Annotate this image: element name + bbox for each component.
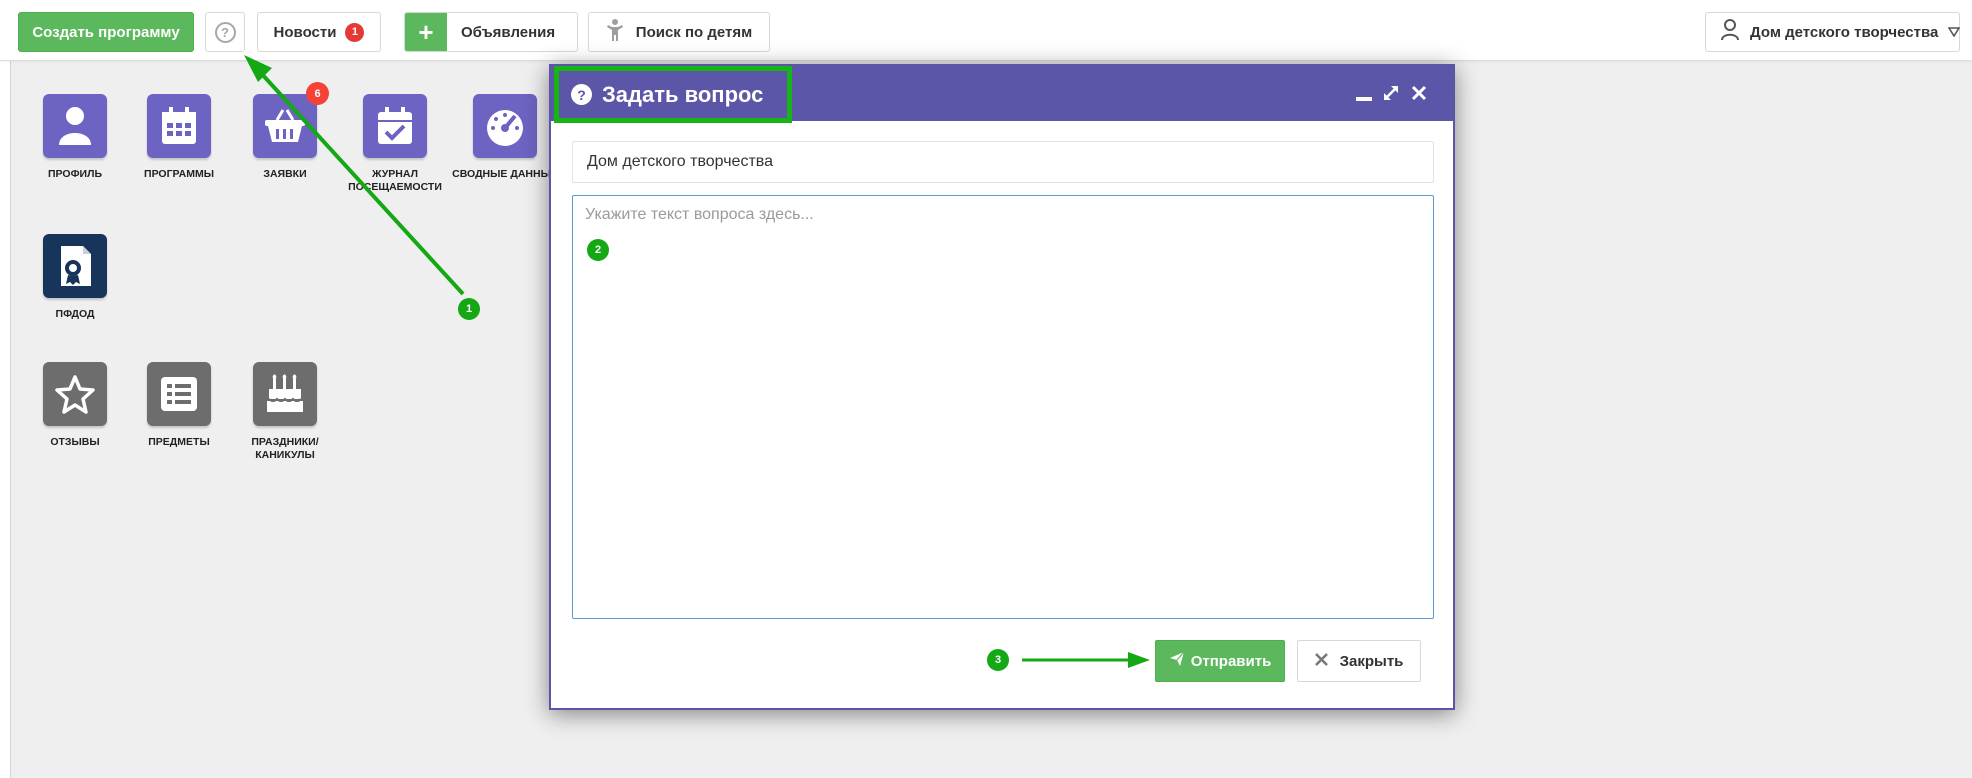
list-icon: [147, 362, 211, 426]
dialog-title-highlight: ? Задать вопрос: [554, 66, 792, 123]
tile-label: Профиль: [47, 168, 102, 180]
paper-plane-icon: [1169, 651, 1185, 671]
close-label: Закрыть: [1339, 652, 1404, 670]
search-children-label: Поиск по детям: [635, 23, 753, 41]
user-outline-icon: [1720, 19, 1740, 45]
step-marker-1: 1: [458, 298, 480, 320]
announcements-button[interactable]: + Объявления: [404, 12, 578, 52]
news-label: Новости: [273, 23, 337, 41]
star-icon: [43, 362, 107, 426]
tile-profile[interactable]: Профиль: [20, 94, 130, 181]
announcements-label: Объявления: [461, 23, 556, 41]
send-label: Отправить: [1190, 652, 1272, 670]
tile-label: ПФДОД: [55, 308, 95, 320]
question-text-input[interactable]: [572, 195, 1434, 619]
tile-label: Праздники/ каникулы: [251, 436, 319, 461]
plus-icon: +: [405, 13, 447, 51]
search-children-button[interactable]: Поиск по детям: [588, 12, 770, 52]
organization-field[interactable]: Дом детского творчества: [572, 141, 1434, 183]
tile-programs[interactable]: Программы: [124, 94, 234, 181]
certificate-icon: [43, 234, 107, 298]
ask-question-dialog: ? Задать вопрос Дом детского творчества …: [549, 64, 1455, 710]
minimize-button[interactable]: [1354, 81, 1374, 105]
close-icon[interactable]: [1409, 81, 1429, 105]
tile-label: Программы: [144, 168, 214, 180]
help-button[interactable]: ?: [205, 12, 245, 52]
gauge-icon: [473, 94, 537, 158]
maximize-button[interactable]: [1380, 81, 1402, 105]
caret-down-icon: [1947, 24, 1961, 41]
dialog-header: ? Задать вопрос: [551, 66, 1453, 123]
basket-icon: 6: [253, 82, 329, 158]
tile-label: Заявки: [263, 168, 307, 180]
close-button[interactable]: Закрыть: [1297, 640, 1421, 682]
tile-label: Предметы: [148, 436, 210, 448]
applications-count-badge: 6: [306, 82, 329, 105]
tile-attendance-journal[interactable]: Журнал посещаемости: [340, 94, 450, 194]
news-button[interactable]: Новости 1: [257, 12, 381, 52]
question-circle-icon: ?: [571, 84, 592, 105]
organization-label: Дом детского творчества: [1750, 23, 1939, 41]
organization-menu-button[interactable]: Дом детского творчества: [1705, 12, 1961, 52]
question-circle-icon: ?: [214, 21, 236, 43]
calendar-check-icon: [363, 94, 427, 158]
send-button[interactable]: Отправить: [1155, 640, 1285, 682]
top-toolbar: Создать программу ? Новости 1 + Объявлен…: [0, 0, 1972, 61]
tile-reviews[interactable]: Отзывы: [20, 362, 130, 449]
tile-applications[interactable]: 6 Заявки: [230, 82, 340, 181]
news-count-badge: 1: [345, 22, 365, 42]
tile-summary-data[interactable]: Сводные данные: [450, 94, 560, 181]
close-x-icon: [1314, 652, 1328, 670]
step-marker-3: 3: [987, 649, 1009, 671]
dialog-title: Задать вопрос: [602, 81, 764, 107]
tile-label: Журнал посещаемости: [348, 168, 442, 193]
tile-label: Сводные данные: [452, 168, 558, 180]
calendar-icon: [147, 94, 211, 158]
tile-holidays[interactable]: Праздники/ каникулы: [230, 362, 340, 462]
step-marker-2: 2: [587, 239, 609, 261]
cake-icon: [253, 362, 317, 426]
tile-pfdod[interactable]: ПФДОД: [20, 234, 130, 321]
create-program-button[interactable]: Создать программу: [18, 12, 194, 52]
tile-subjects[interactable]: Предметы: [124, 362, 234, 449]
tile-label: Отзывы: [50, 436, 100, 448]
user-icon: [43, 94, 107, 158]
child-icon: [606, 18, 624, 46]
